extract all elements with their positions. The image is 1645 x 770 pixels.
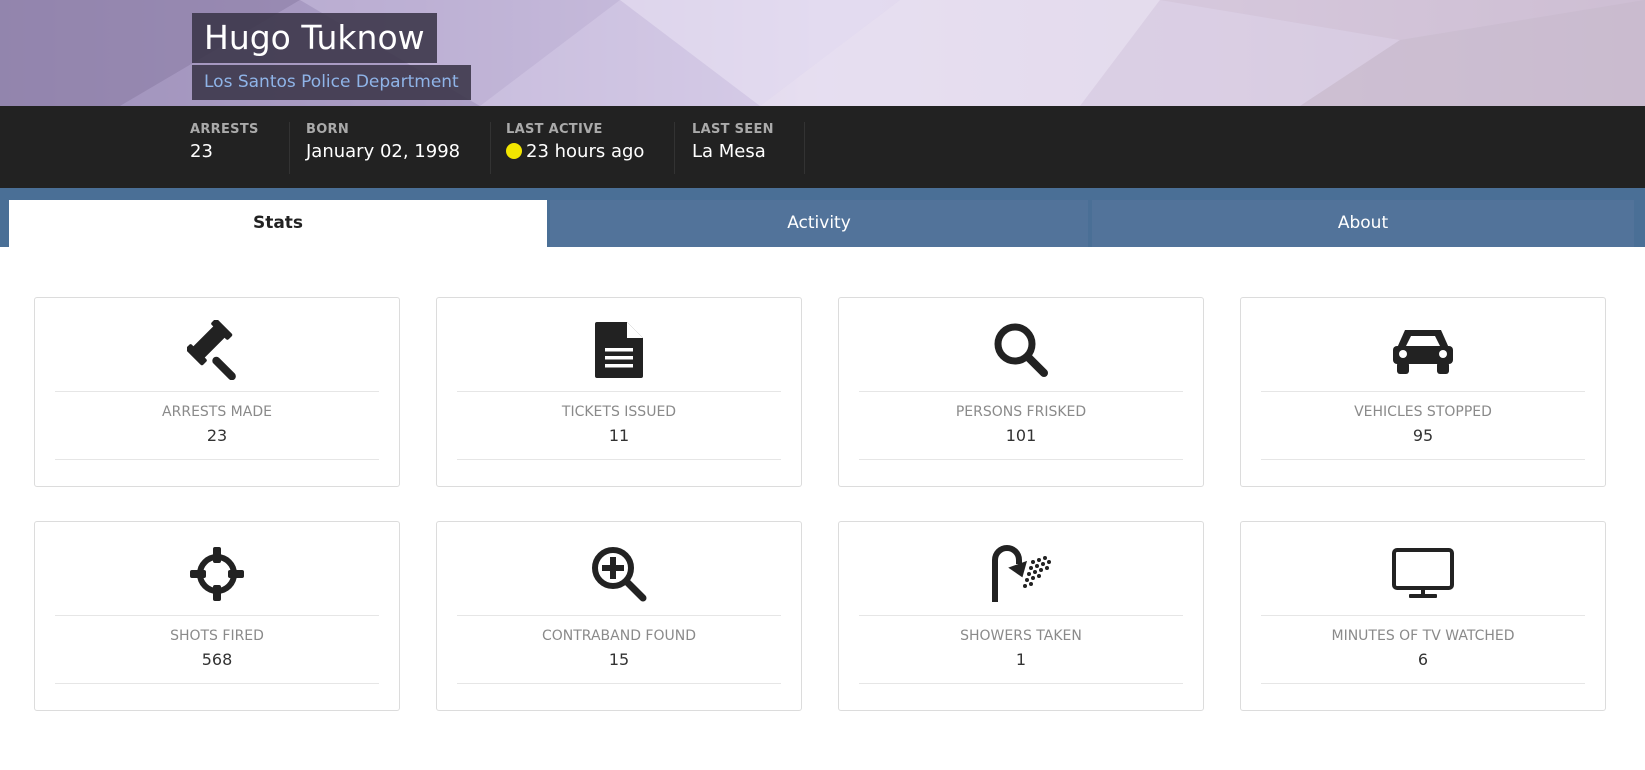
tv-icon	[1241, 544, 1605, 604]
stat-card-arrests: Arrests Made 23	[34, 297, 400, 487]
summary-value: 23	[190, 141, 213, 162]
summary-born: BORN January 02, 1998	[306, 122, 492, 174]
summary-label: LAST SEEN	[692, 122, 774, 137]
stat-value: 11	[608, 426, 630, 445]
stat-card-contraband: Contraband Found 15	[436, 521, 802, 711]
summary-last-active: LAST ACTIVE 23 hours ago	[506, 122, 676, 174]
stat-value: 95	[1412, 426, 1434, 445]
stat-value: 1	[1015, 650, 1027, 669]
profile-header: Hugo Tuknow Los Santos Police Department	[0, 0, 1645, 106]
stat-label: Vehicles Stopped	[1354, 404, 1492, 420]
stat-value: 568	[201, 650, 233, 669]
summary-last-seen: LAST SEEN La Mesa	[692, 122, 805, 174]
summary-value: 23 hours ago	[526, 141, 645, 162]
tab-about[interactable]: About	[1092, 200, 1634, 247]
tab-stats[interactable]: Stats	[9, 200, 547, 247]
stat-label: Tickets Issued	[561, 404, 677, 420]
tab-bar: Stats Activity About	[0, 188, 1645, 247]
stat-label: Arrests Made	[162, 404, 272, 420]
summary-value-wrap: 23 hours ago	[506, 141, 644, 162]
document-icon	[437, 320, 801, 380]
tab-activity[interactable]: Activity	[550, 200, 1088, 247]
stat-card-shots: Shots Fired 568	[34, 521, 400, 711]
stat-label: Showers Taken	[960, 628, 1082, 644]
status-dot-icon	[506, 143, 522, 159]
stat-value: 15	[608, 650, 630, 669]
stat-card-tv: Minutes of TV Watched 6	[1240, 521, 1606, 711]
shower-icon	[839, 544, 1203, 604]
summary-value: La Mesa	[692, 141, 766, 162]
summary-label: BORN	[306, 122, 350, 137]
stat-label: Persons Frisked	[955, 404, 1087, 420]
stat-card-tickets: Tickets Issued 11	[436, 297, 802, 487]
summary-arrests: ARRESTS 23	[190, 122, 290, 174]
stat-card-vehicles: Vehicles Stopped 95	[1240, 297, 1606, 487]
summary-label: LAST ACTIVE	[506, 122, 603, 137]
stat-label: Contraband Found	[541, 628, 696, 644]
summary-bar: ARRESTS 23 BORN January 02, 1998 LAST AC…	[0, 106, 1645, 188]
summary-value: January 02, 1998	[306, 141, 461, 162]
zoom-in-icon	[437, 544, 801, 604]
stat-label: Minutes of TV Watched	[1331, 628, 1515, 644]
stat-card-frisked: Persons Frisked 101	[838, 297, 1204, 487]
summary-label: ARRESTS	[190, 122, 259, 137]
crosshair-icon	[35, 544, 399, 604]
profile-name: Hugo Tuknow	[192, 13, 437, 63]
stat-card-showers: Showers Taken 1	[838, 521, 1204, 711]
car-icon	[1241, 320, 1605, 380]
profile-department: Los Santos Police Department	[192, 65, 471, 100]
search-icon	[839, 320, 1203, 380]
gavel-icon	[35, 320, 399, 380]
stat-label: Shots Fired	[170, 628, 264, 644]
stat-value: 101	[1005, 426, 1037, 445]
stat-value: 6	[1417, 650, 1429, 669]
stat-value: 23	[206, 426, 228, 445]
